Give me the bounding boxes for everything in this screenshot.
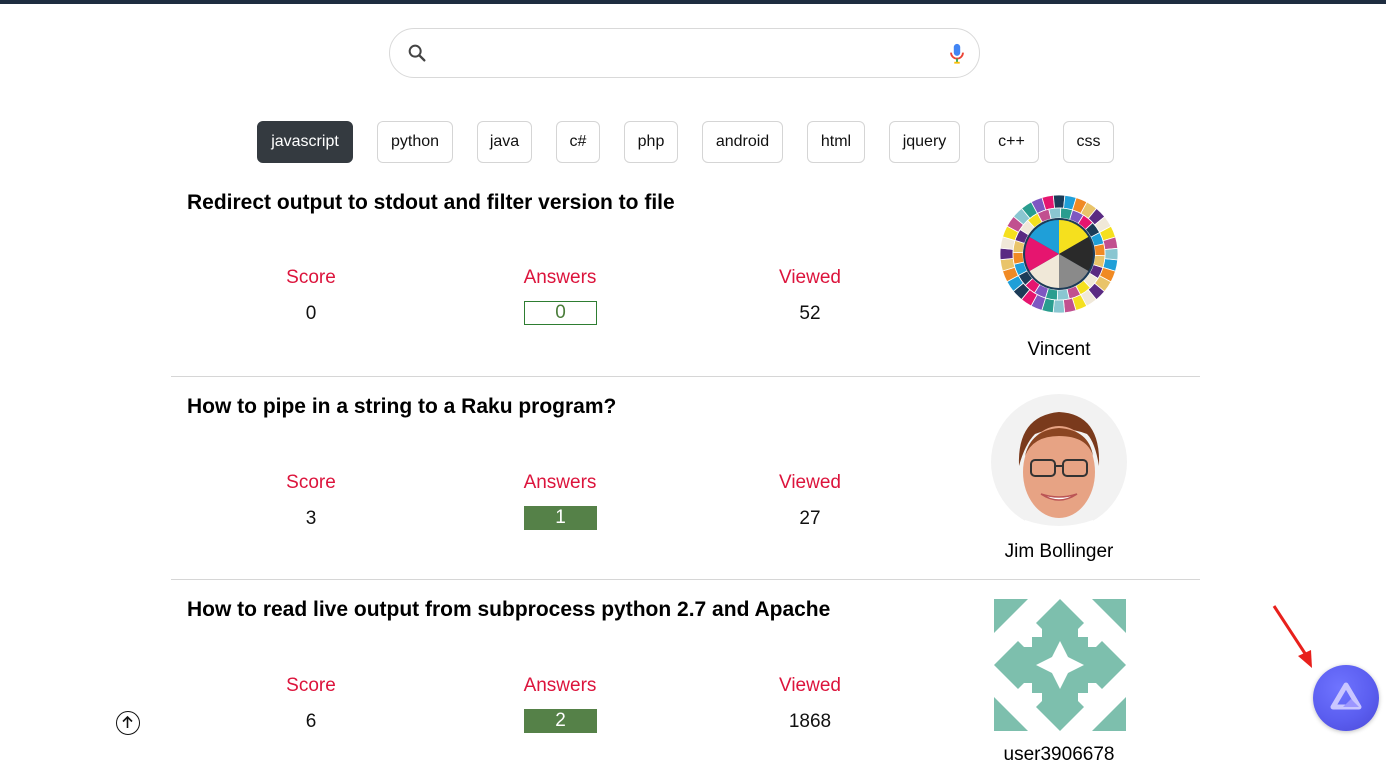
avatar-segment	[1104, 247, 1119, 261]
score-label: Score	[286, 675, 336, 696]
tag-html[interactable]: html	[807, 121, 865, 163]
assistant-logo-icon	[1330, 682, 1362, 710]
avatar-segment	[999, 247, 1014, 261]
tag-cpp[interactable]: c++	[984, 121, 1039, 163]
divider	[171, 376, 1200, 377]
tag-java[interactable]: java	[477, 121, 532, 163]
user-avatar[interactable]	[999, 194, 1119, 314]
question-card: Redirect output to stdout and filter ver…	[171, 191, 1200, 376]
scroll-top-button[interactable]	[116, 711, 140, 735]
avatar-segment	[1052, 299, 1066, 314]
answers-count: 0	[524, 301, 597, 325]
answers-count: 2	[524, 709, 597, 733]
assistant-fab-button[interactable]	[1313, 665, 1379, 731]
scroll-top-icon	[122, 715, 133, 728]
red-arrow-annotation	[1272, 605, 1312, 668]
answers-count: 1	[524, 506, 597, 530]
user-name[interactable]: Jim Bollinger	[959, 541, 1159, 563]
search-icon[interactable]	[406, 42, 428, 64]
viewed-label: Viewed	[779, 267, 841, 288]
question-title[interactable]: How to pipe in a string to a Raku progra…	[187, 395, 616, 419]
question-card: How to pipe in a string to a Raku progra…	[171, 394, 1200, 579]
answers-label: Answers	[523, 472, 597, 493]
avatar-segment	[1052, 194, 1066, 209]
mic-icon[interactable]	[948, 43, 966, 65]
tag-php[interactable]: php	[624, 121, 678, 163]
user-avatar[interactable]	[991, 394, 1127, 530]
question-title[interactable]: How to read live output from subprocess …	[187, 598, 830, 622]
viewed-value: 27	[799, 508, 821, 529]
top-bar	[0, 0, 1386, 4]
search-bar[interactable]	[389, 28, 980, 78]
avatar-segment	[1048, 207, 1062, 220]
score-value: 3	[305, 508, 317, 529]
user-name[interactable]: Vincent	[959, 339, 1159, 361]
score-label: Score	[286, 472, 336, 493]
score-value: 0	[305, 303, 317, 324]
answers-label: Answers	[523, 267, 597, 288]
tag-python[interactable]: python	[377, 121, 453, 163]
avatar-segment	[1093, 243, 1106, 257]
tag-csharp[interactable]: c#	[556, 121, 600, 163]
user-avatar[interactable]	[992, 597, 1128, 733]
divider	[171, 579, 1200, 580]
tag-javascript[interactable]: javascript	[257, 121, 353, 163]
score-value: 6	[305, 711, 317, 732]
viewed-label: Viewed	[779, 675, 841, 696]
viewed-label: Viewed	[779, 472, 841, 493]
user-name[interactable]: user3906678	[959, 744, 1159, 766]
answers-label: Answers	[523, 675, 597, 696]
tag-css[interactable]: css	[1063, 121, 1114, 163]
question-card: How to read live output from subprocess …	[171, 597, 1200, 765]
tag-android[interactable]: android	[702, 121, 783, 163]
question-title[interactable]: Redirect output to stdout and filter ver…	[187, 191, 675, 215]
score-label: Score	[286, 267, 336, 288]
viewed-value: 1868	[788, 711, 832, 732]
search-input[interactable]	[442, 37, 926, 71]
viewed-value: 52	[799, 303, 821, 324]
avatar-segment	[1056, 288, 1070, 301]
avatar-segment	[1012, 251, 1025, 265]
tag-jquery[interactable]: jquery	[889, 121, 960, 163]
